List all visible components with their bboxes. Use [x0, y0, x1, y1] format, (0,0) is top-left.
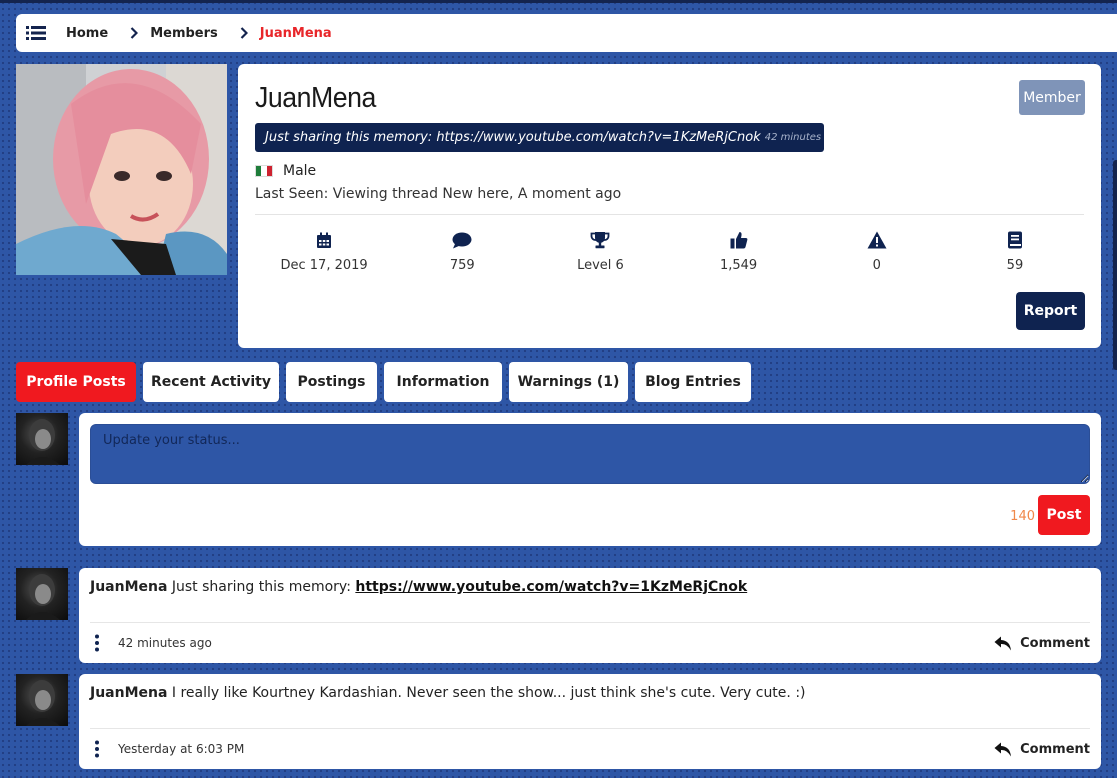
post-button[interactable]: Post [1038, 495, 1090, 535]
post-author-avatar[interactable] [16, 568, 68, 620]
breadcrumb-members[interactable]: Members [150, 26, 218, 41]
post-footer: 42 minutes ago Comment [90, 632, 1090, 654]
member-badge: Member [1019, 80, 1085, 115]
book-icon [1007, 230, 1023, 250]
thumbs-up-icon [730, 230, 748, 250]
last-seen: Last Seen: Viewing thread New here, A mo… [255, 186, 622, 202]
trophy-icon [590, 230, 610, 250]
latest-status[interactable]: Just sharing this memory: https://www.yo… [255, 123, 824, 152]
stat-level-value: Level 6 [577, 258, 624, 273]
scroll-edge [1113, 160, 1117, 370]
profile-post: JuanMena I really like Kourtney Kardashi… [79, 674, 1101, 769]
profile-post: JuanMena Just sharing this memory: https… [79, 568, 1101, 663]
stat-messages-value: 759 [449, 258, 475, 273]
stat-warnings: 0 [808, 230, 946, 273]
tab-profile-posts[interactable]: Profile Posts [16, 362, 136, 402]
stat-joined-value: Dec 17, 2019 [280, 258, 368, 273]
divider [90, 622, 1090, 623]
calendar-icon [316, 230, 332, 250]
status-composer: 140 Post [79, 413, 1101, 546]
stat-level: Level 6 [531, 230, 669, 273]
post-body: JuanMena I really like Kourtney Kardashi… [90, 685, 806, 701]
comment-label: Comment [1020, 741, 1090, 757]
tab-information[interactable]: Information [384, 362, 502, 402]
top-border [0, 0, 1117, 3]
stat-reactions-value: 1,549 [719, 258, 758, 273]
tab-warnings[interactable]: Warnings (1) [509, 362, 628, 402]
chevron-right-icon [130, 27, 139, 39]
viewer-avatar[interactable] [16, 413, 68, 465]
post-text: Just sharing this memory: [171, 579, 351, 595]
char-count: 140 [1010, 509, 1035, 524]
comment-button[interactable]: Comment [994, 742, 1090, 757]
warning-icon [867, 230, 887, 250]
latest-status-time: 42 minutes ago [764, 132, 824, 143]
stat-blog: 59 [946, 230, 1084, 273]
chat-bubble-icon [452, 230, 472, 250]
latest-status-text: Just sharing this memory: https://www.yo… [265, 130, 761, 145]
post-time[interactable]: 42 minutes ago [118, 636, 212, 650]
reply-icon [994, 742, 1012, 756]
breadcrumb-current: JuanMena [259, 25, 332, 41]
chevron-right-icon [240, 27, 248, 39]
post-footer: Yesterday at 6:03 PM Comment [90, 738, 1090, 760]
stat-blog-value: 59 [1006, 258, 1024, 273]
post-time[interactable]: Yesterday at 6:03 PM [118, 742, 244, 756]
more-options-icon[interactable] [90, 633, 104, 653]
tab-blog-entries[interactable]: Blog Entries [635, 362, 751, 402]
report-button[interactable]: Report [1016, 292, 1085, 330]
post-author-avatar[interactable] [16, 674, 68, 726]
profile-card: JuanMena Member Just sharing this memory… [238, 64, 1101, 348]
post-author[interactable]: JuanMena [90, 579, 167, 595]
breadcrumb-home[interactable]: Home [66, 26, 108, 41]
gender-row: Male [255, 163, 316, 179]
stat-joined: Dec 17, 2019 [255, 230, 393, 273]
stat-messages: 759 [393, 230, 531, 273]
post-body: JuanMena Just sharing this memory: https… [90, 579, 747, 595]
comment-button[interactable]: Comment [994, 636, 1090, 651]
comment-label: Comment [1020, 635, 1090, 651]
stat-reactions: 1,549 [670, 230, 808, 273]
reply-icon [994, 636, 1012, 650]
divider [90, 728, 1090, 729]
breadcrumb: Home Members JuanMena [16, 14, 1117, 52]
menu-list-icon[interactable] [26, 24, 46, 42]
profile-stats: Dec 17, 2019 759 Level 6 1,549 0 59 [255, 230, 1084, 273]
profile-username: JuanMena [255, 82, 376, 114]
gender-label: Male [283, 163, 317, 179]
status-input[interactable] [90, 424, 1090, 484]
mexico-flag-icon [255, 165, 273, 177]
more-options-icon[interactable] [90, 739, 104, 759]
post-author[interactable]: JuanMena [90, 685, 167, 701]
profile-avatar[interactable] [16, 64, 227, 275]
post-link[interactable]: https://www.youtube.com/watch?v=1KzMeRjC… [355, 579, 747, 595]
divider [255, 214, 1084, 215]
tab-recent-activity[interactable]: Recent Activity [143, 362, 279, 402]
post-text: I really like Kourtney Kardashian. Never… [171, 685, 806, 701]
profile-tabs: Profile Posts Recent Activity Postings I… [16, 362, 758, 402]
tab-postings[interactable]: Postings [286, 362, 377, 402]
stat-warnings-value: 0 [872, 258, 881, 273]
